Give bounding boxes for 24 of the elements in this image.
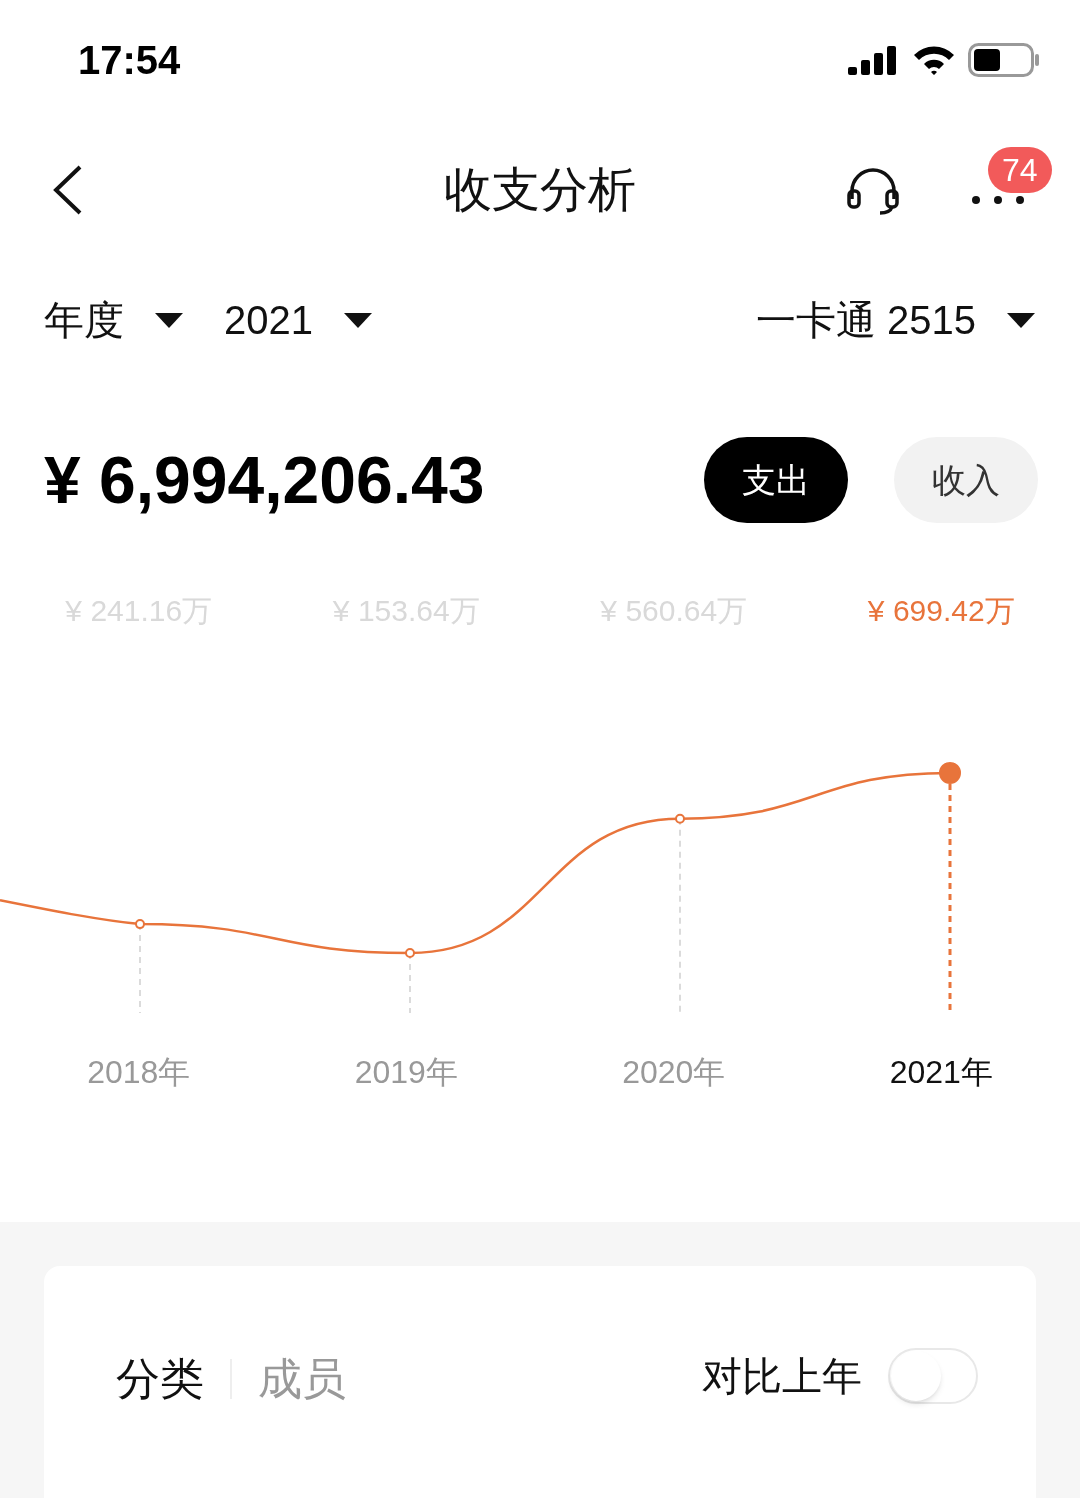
type-toggle-button[interactable]: 收入 [894,437,1038,523]
battery-icon [968,43,1040,77]
year-label[interactable]: 2021年 [807,1048,1075,1096]
notification-badge: 74 [988,147,1052,193]
caret-icon [154,311,184,329]
page-title: 收支分析 [444,162,636,218]
data-point[interactable] [135,919,145,930]
compare-switch[interactable] [888,1348,978,1404]
data-point[interactable] [675,813,685,824]
total-amount: ¥ 6,994,206.43 [44,441,485,519]
year-dropdown[interactable]: 2021 [224,290,373,350]
caret-icon [343,311,373,329]
account-dropdown[interactable]: 一卡通 2515 [755,290,1036,350]
type-toggle-button[interactable]: 支出 [704,437,848,523]
period-dropdown[interactable]: 年度 [44,290,184,350]
caret-icon [1006,311,1036,329]
card-tab[interactable]: 分类 [116,1346,204,1412]
data-point[interactable] [939,761,961,784]
value-label: ¥ 699.42万 [866,593,1016,629]
status-time: 17:54 [78,37,181,84]
compare-label: 对比上年 [702,1353,862,1400]
data-point[interactable] [405,948,415,958]
headset-icon[interactable] [846,165,900,215]
wifi-icon [912,44,956,76]
